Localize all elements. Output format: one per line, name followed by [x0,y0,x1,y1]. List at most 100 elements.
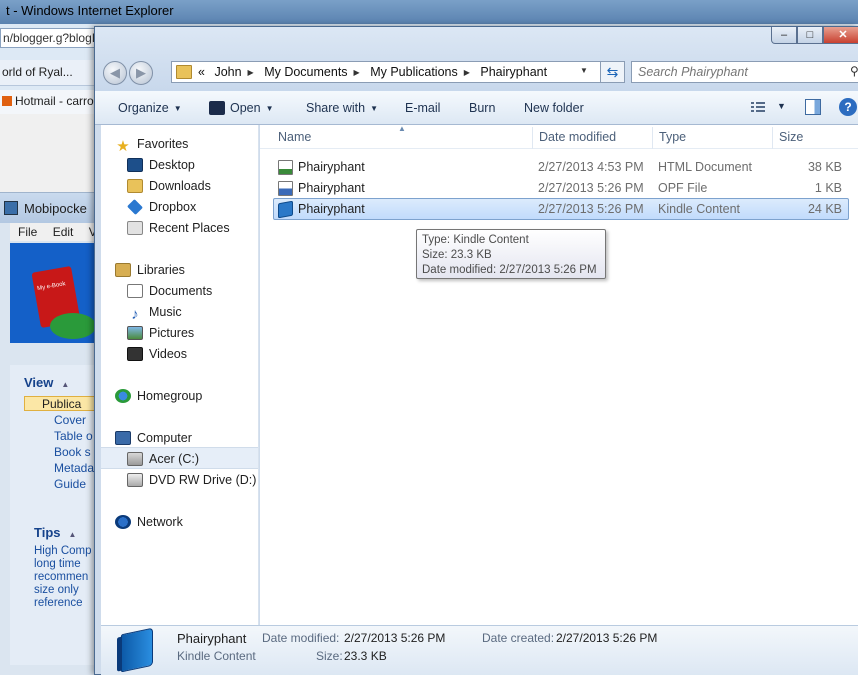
file-row-selected[interactable]: Phairyphant 2/27/2013 5:26 PM Kindle Con… [273,198,849,220]
breadcrumb-my-publications[interactable]: My Publications [370,65,458,79]
forward-button[interactable]: ▶ [129,61,153,85]
nav-documents-label: Documents [149,284,213,298]
computer-icon [115,431,131,445]
tooltip-type: Type: Kindle Content [422,234,529,246]
view-item-metadata[interactable]: Metada [54,461,94,475]
file-size: 24 KB [807,202,842,216]
details-date-modified[interactable]: 2/27/2013 5:26 PM [344,631,445,645]
open-button[interactable]: Open ▼ [209,101,274,115]
tips-heading[interactable]: Tips ▲ [34,525,76,540]
history-buttons: ◀ ▶ [103,61,157,85]
organize-button[interactable]: Organize ▼ [118,101,182,115]
minimize-button[interactable]: – [771,27,797,44]
search-icon[interactable]: ⚲ [850,64,858,78]
mobipocket-title-bar[interactable]: Mobipocke [0,193,96,223]
column-divider[interactable] [652,127,653,149]
sort-ascending-icon: ▲ [398,124,406,133]
nav-recent-places[interactable]: Recent Places [127,221,230,241]
breadcrumb-john[interactable]: John [214,65,241,79]
column-divider[interactable] [772,127,773,149]
view-item-publication[interactable]: Publica [42,397,81,411]
file-row[interactable]: Phairyphant 2/27/2013 5:26 PM OPF File 1… [274,178,848,199]
open-app-icon [209,101,225,115]
column-date-modified[interactable]: Date modified [539,130,616,144]
view-item-table[interactable]: Table o [54,429,93,443]
file-size: 1 KB [814,181,842,195]
ie-favorites-label: Hotmail - carro [15,94,94,108]
nav-desktop-label: Desktop [149,158,195,172]
new-folder-button[interactable]: New folder [524,101,584,115]
view-item-cover[interactable]: Cover [54,413,86,427]
preview-pane-icon[interactable] [805,99,821,115]
downloads-folder-icon [127,179,143,193]
breadcrumb-phairyphant[interactable]: Phairyphant [480,65,547,79]
details-size-label: Size: [316,649,343,663]
file-type: Kindle Content [658,202,741,216]
chevron-down-icon: ▼ [265,104,274,113]
ie-title-bar: t - Windows Internet Explorer [0,0,858,24]
star-icon: ★ [116,138,130,155]
search-box[interactable]: ⚲ [631,61,858,83]
breadcrumb-separator-icon[interactable]: ▶ [354,68,360,77]
help-icon[interactable]: ? [839,98,857,116]
details-date-created[interactable]: 2/27/2013 5:26 PM [556,631,657,645]
nav-acer-c-label: Acer (C:) [149,452,199,466]
column-name[interactable]: Name [278,130,311,144]
nav-music[interactable]: ♪ Music [127,305,181,325]
nav-dvd-drive[interactable]: DVD RW Drive (D:) S [127,473,258,493]
breadcrumb-separator-icon[interactable]: ▶ [464,68,470,77]
nav-acer-c[interactable]: Acer (C:) [127,452,199,472]
share-with-button[interactable]: Share with ▼ [306,101,378,115]
nav-downloads[interactable]: Downloads [127,179,211,199]
file-size: 38 KB [807,160,842,174]
nav-network[interactable]: Network [115,515,183,535]
view-item-guide[interactable]: Guide [54,477,86,491]
nav-homegroup[interactable]: Homegroup [115,389,202,409]
nav-favorites[interactable]: ★ Favorites [115,137,188,157]
ie-favorites-link[interactable]: Hotmail - carro [0,90,96,114]
dvd-drive-icon [127,473,143,487]
nav-computer[interactable]: Computer [115,431,192,451]
nav-videos[interactable]: Videos [127,347,187,367]
nav-dropbox[interactable]: Dropbox [127,199,196,220]
burn-button[interactable]: Burn [469,101,495,115]
column-size[interactable]: Size [779,130,803,144]
nav-desktop[interactable]: Desktop [127,158,195,178]
mobipocket-menu-bar: File Edit V [10,223,96,241]
close-button[interactable]: ✕ [823,27,858,44]
email-button[interactable]: E-mail [405,101,440,115]
breadcrumb-separator-icon[interactable]: ▶ [248,68,254,77]
chevron-down-icon: ▼ [370,104,378,113]
chevron-down-icon: ▼ [173,104,182,113]
view-dropdown-icon[interactable]: ▼ [777,101,786,111]
videos-icon [127,347,143,361]
network-icon [115,515,131,529]
desktop-icon [127,158,143,172]
breadcrumb-overflow[interactable]: « [198,65,205,79]
ie-address-bar[interactable]: n/blogger.g?blogI [0,28,96,48]
nav-documents[interactable]: Documents [127,284,212,304]
address-bar[interactable]: « John ▶ My Documents ▶ My Publications ▶ P… [171,61,601,83]
menu-edit[interactable]: Edit [53,225,74,239]
search-input[interactable] [638,65,838,79]
breadcrumb-my-documents[interactable]: My Documents [264,65,347,79]
view-heading[interactable]: View ▲ [24,375,69,390]
change-view-icon[interactable] [751,100,767,114]
kindle-book-icon [115,627,155,673]
share-with-label: Share with [306,101,366,115]
back-button[interactable]: ◀ [103,61,127,85]
menu-file[interactable]: File [18,225,37,239]
file-row[interactable]: Phairyphant 2/27/2013 4:53 PM HTML Docum… [274,157,848,178]
ie-tab[interactable]: orld of Ryal... [0,60,96,86]
refresh-button[interactable]: ⇆ [601,61,625,83]
column-divider[interactable] [532,127,533,149]
maximize-button[interactable]: □ [797,27,823,44]
address-dropdown-icon[interactable]: ▼ [580,66,588,75]
nav-pictures[interactable]: Pictures [127,326,194,346]
nav-libraries[interactable]: Libraries [115,263,185,283]
refresh-icon: ⇆ [606,64,619,80]
view-item-book-settings[interactable]: Book s [54,445,91,459]
column-type[interactable]: Type [659,130,686,144]
recent-places-icon [127,221,143,235]
details-file-name: Phairyphant [177,631,247,646]
